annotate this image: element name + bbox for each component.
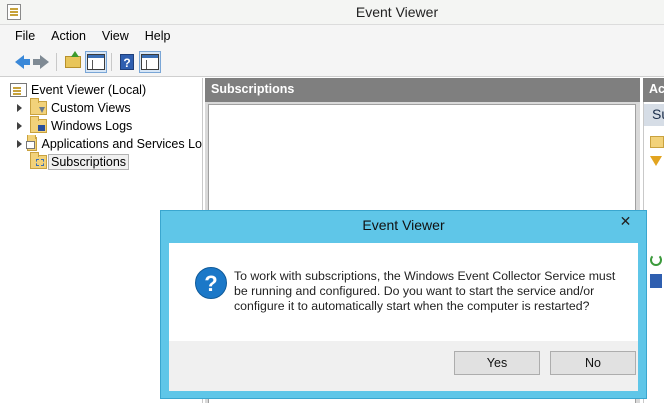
- tree-item-subscriptions[interactable]: Subscriptions: [30, 152, 130, 171]
- expand-arrow-icon[interactable]: [16, 122, 24, 130]
- toolbar: ?: [0, 47, 664, 77]
- filter-icon[interactable]: [650, 156, 662, 166]
- tree-item-windows-logs[interactable]: Windows Logs: [16, 116, 133, 135]
- tree-root[interactable]: Event Viewer (Local): [10, 81, 146, 99]
- forward-arrow-icon: [32, 55, 49, 69]
- back-button[interactable]: [8, 51, 30, 73]
- tree-item-label: Windows Logs: [51, 119, 133, 133]
- dialog-close-button[interactable]: ✕: [611, 211, 640, 231]
- windows-logs-folder-icon: [30, 116, 47, 133]
- tree-item-label: Applications and Services Lo: [41, 137, 202, 151]
- dialog-button-bar: Yes No: [169, 341, 638, 391]
- event-viewer-dialog: Event Viewer ✕ ? To work with subscripti…: [160, 210, 647, 399]
- refresh-icon[interactable]: [650, 254, 662, 266]
- show-hide-console-tree-icon: [87, 54, 105, 70]
- custom-views-folder-icon: [30, 98, 47, 115]
- dialog-content: ? To work with subscriptions, the Window…: [169, 243, 638, 341]
- tree-item-applications-and-services[interactable]: Applications and Services Lo: [16, 135, 202, 153]
- window-title: Event Viewer: [355, 4, 439, 20]
- tree-item-label: Custom Views: [51, 101, 131, 115]
- tree-item-label: Subscriptions: [48, 154, 130, 170]
- menu-action[interactable]: Action: [43, 25, 94, 47]
- actions-subheader[interactable]: Su: [644, 104, 664, 126]
- open-folder-icon[interactable]: [650, 136, 664, 148]
- title-bar: Event Viewer: [0, 0, 664, 25]
- help-icon[interactable]: [650, 274, 662, 288]
- dialog-title: Event Viewer: [362, 217, 445, 233]
- tree-root-label: Event Viewer (Local): [31, 83, 147, 97]
- menu-view[interactable]: View: [94, 25, 137, 47]
- expand-arrow-icon[interactable]: [16, 104, 24, 112]
- forward-button[interactable]: [30, 51, 52, 73]
- subscriptions-folder-icon: [30, 152, 47, 169]
- toolbar-separator: [56, 53, 57, 71]
- help-icon: ?: [120, 54, 134, 70]
- show-hide-action-pane-icon: [141, 54, 159, 70]
- show-hide-console-tree-button[interactable]: [85, 51, 107, 73]
- menu-file[interactable]: File: [7, 25, 43, 47]
- event-viewer-icon: [10, 83, 27, 97]
- menu-help[interactable]: Help: [137, 25, 179, 47]
- dialog-message: To work with subscriptions, the Windows …: [234, 269, 616, 313]
- help-button[interactable]: ?: [116, 51, 138, 73]
- subscriptions-pane-header: Subscriptions: [205, 78, 640, 102]
- expand-arrow-icon[interactable]: [16, 140, 22, 148]
- no-button[interactable]: No: [550, 351, 636, 375]
- tree-item-custom-views[interactable]: Custom Views: [16, 98, 131, 117]
- question-icon: ?: [195, 267, 227, 299]
- app-services-folder-icon: [26, 135, 38, 151]
- up-one-level-icon: [65, 51, 81, 68]
- actions-pane-header: Ac: [643, 78, 664, 102]
- yes-button[interactable]: Yes: [454, 351, 540, 375]
- back-arrow-icon: [14, 55, 30, 69]
- menu-bar: File Action View Help: [0, 25, 664, 47]
- toolbar-separator: [111, 53, 112, 71]
- show-hide-action-pane-button[interactable]: [139, 51, 161, 73]
- up-one-level-button[interactable]: [62, 51, 84, 73]
